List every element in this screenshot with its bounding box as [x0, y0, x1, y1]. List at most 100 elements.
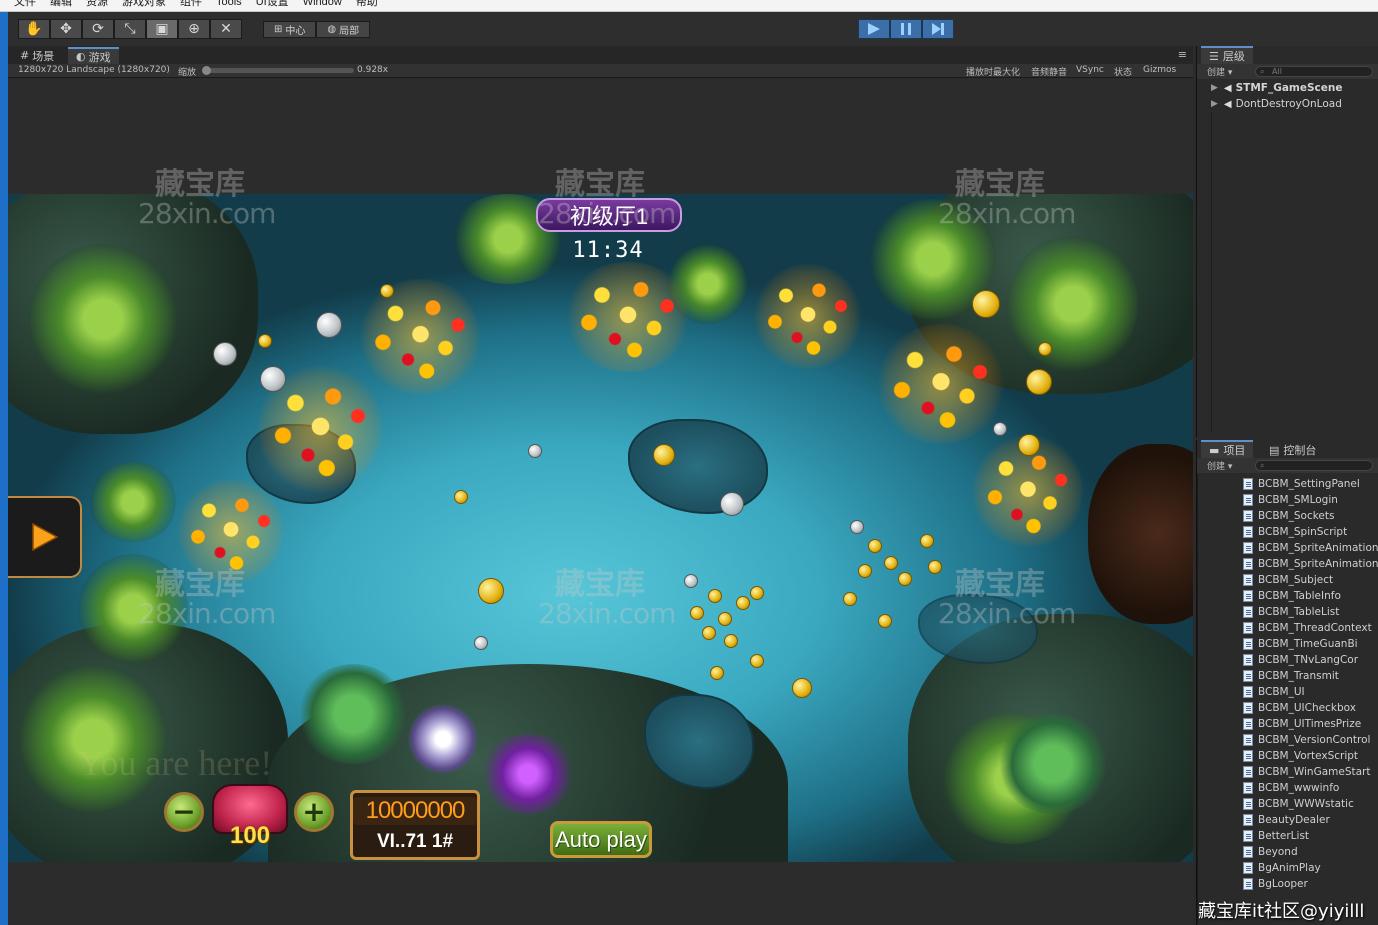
hierarchy-item-scene[interactable]: ▶ ◀ STMF_GameScene: [1211, 80, 1343, 96]
fish-school[interactable]: [753, 264, 863, 369]
hierarchy-search-input[interactable]: ⌕ All: [1255, 66, 1373, 77]
fish-school[interactable]: [176, 479, 286, 584]
project-file-item[interactable]: BCBM_UITimesPrize: [1243, 716, 1361, 732]
autoplay-button[interactable]: Auto play: [550, 821, 652, 858]
pause-button[interactable]: [890, 19, 922, 39]
create-label: 创建: [1207, 68, 1226, 78]
tab-game[interactable]: ◐ 游戏: [68, 47, 119, 64]
project-file-item[interactable]: BCBM_ThreadContext: [1243, 620, 1372, 636]
project-file-item[interactable]: BCBM_Transmit: [1243, 668, 1339, 684]
project-file-item[interactable]: BgAnimPlay: [1243, 860, 1321, 876]
tab-console-label: 控制台: [1283, 444, 1317, 457]
play-button[interactable]: [858, 19, 890, 39]
decrease-bet-button[interactable]: −: [164, 792, 204, 832]
script-file-icon: [1243, 590, 1253, 602]
menu-help[interactable]: 帮助: [356, 0, 378, 8]
project-file-item[interactable]: BCBM_WWWstatic: [1243, 796, 1354, 812]
scale-tool-button[interactable]: ⤡: [114, 19, 146, 39]
project-file-item[interactable]: BCBM_Subject: [1243, 572, 1333, 588]
tools-icon: ✕: [220, 21, 232, 37]
project-file-item[interactable]: Beyond: [1243, 844, 1298, 860]
project-panel: ▬ 项目 ▤ 控制台 创建 ▾ ⌕ BCBM_SettingPanel BCBM_…: [1196, 440, 1378, 925]
project-file-item[interactable]: BCBM_TNvLangCor: [1243, 652, 1358, 668]
scale-icon: ⤡: [124, 21, 136, 37]
custom-tool-button[interactable]: ✕: [210, 19, 242, 39]
expand-arrow-icon[interactable]: ▶: [1211, 83, 1218, 93]
expand-arrow-icon[interactable]: ▶: [1211, 99, 1218, 109]
side-menu-toggle[interactable]: [8, 496, 82, 578]
project-create-dropdown[interactable]: 创建 ▾: [1207, 459, 1232, 472]
project-file-item[interactable]: BCBM_SpriteAnimation: [1243, 556, 1378, 572]
stats-toggle[interactable]: 状态: [1114, 65, 1132, 78]
tab-scene[interactable]: # 场景: [12, 47, 62, 64]
sea-plant: [18, 664, 168, 814]
vsync-toggle[interactable]: VSync: [1076, 65, 1104, 75]
project-file-item[interactable]: BCBM_TableInfo: [1243, 588, 1341, 604]
pivot-local-button[interactable]: ◍ 局部: [316, 21, 371, 38]
gizmos-dropdown[interactable]: Gizmos: [1143, 65, 1176, 75]
step-button[interactable]: [922, 19, 954, 39]
menu-gameobject[interactable]: 游戏对象: [122, 0, 166, 8]
game-viewport[interactable]: 初级厅1 11:34 You are here! − 100 + 1000000…: [8, 194, 1193, 862]
resolution-dropdown[interactable]: 1280x720 Landscape (1280x720): [18, 65, 170, 75]
hierarchy-create-dropdown[interactable]: 创建 ▾: [1207, 65, 1232, 78]
menu-edit[interactable]: 编辑: [50, 0, 72, 8]
rect-tool-button[interactable]: ▣: [146, 19, 178, 39]
sea-urchin: [408, 704, 478, 774]
fish-school[interactable]: [876, 324, 1006, 444]
hierarchy-item-dontdestroy[interactable]: ▶ ◀ DontDestroyOnLoad: [1211, 96, 1342, 112]
project-file-item[interactable]: BgLooper: [1243, 876, 1308, 892]
sea-plant: [88, 462, 178, 542]
scale-slider-thumb[interactable]: [202, 66, 211, 75]
menu-component[interactable]: 组件: [180, 0, 202, 8]
menu-assets[interactable]: 资源: [86, 0, 108, 8]
project-file-item[interactable]: BCBM_WinGameStart: [1243, 764, 1371, 780]
project-file-item[interactable]: BCBM_Sockets: [1243, 508, 1334, 524]
project-file-label: BCBM_wwwinfo: [1258, 782, 1340, 794]
project-file-item[interactable]: BCBM_SpriteAnimation: [1243, 540, 1378, 556]
corner-watermark: 藏宝库it社区@yiyilll: [1198, 901, 1365, 922]
project-file-item[interactable]: BCBM_UI: [1243, 684, 1305, 700]
scale-slider-track[interactable]: [204, 68, 354, 73]
tab-hierarchy[interactable]: ☰ 层级: [1201, 46, 1253, 64]
fish-school[interactable]: [563, 262, 693, 372]
project-search-input[interactable]: ⌕: [1255, 460, 1373, 471]
project-file-item[interactable]: BCBM_TimeGuanBi: [1243, 636, 1358, 652]
project-file-item[interactable]: BCBM_SettingPanel: [1243, 476, 1360, 492]
project-tree-divider: [1197, 474, 1198, 924]
project-file-item[interactable]: BCBM_VersionControl: [1243, 732, 1370, 748]
transform-tool-button[interactable]: ⊕: [178, 19, 210, 39]
mute-audio-toggle[interactable]: 音频静音: [1031, 65, 1067, 78]
folder-icon: ▬: [1209, 443, 1220, 457]
gold-coin: [1026, 369, 1052, 395]
panel-menu-icon[interactable]: ≡: [1178, 48, 1187, 61]
menu-ui-settings[interactable]: UI设置: [256, 0, 289, 8]
pivot-center-button[interactable]: ⊞ 中心: [263, 21, 317, 38]
fish-school[interactable]: [358, 279, 483, 394]
chest-right: [1088, 444, 1193, 624]
tab-project[interactable]: ▬ 项目: [1201, 440, 1254, 458]
project-file-item[interactable]: BCBM_SMLogin: [1243, 492, 1338, 508]
gold-coin: [792, 678, 812, 698]
project-file-item[interactable]: BCBM_SpinScript: [1243, 524, 1347, 540]
move-tool-button[interactable]: ✥: [50, 19, 82, 39]
increase-bet-button[interactable]: +: [294, 792, 334, 832]
pivot-center-label: 中心: [285, 26, 306, 37]
project-file-item[interactable]: BetterList: [1243, 828, 1309, 844]
menu-window[interactable]: Window: [303, 0, 342, 8]
tab-console[interactable]: ▤ 控制台: [1261, 440, 1324, 458]
project-file-item[interactable]: BeautyDealer: [1243, 812, 1330, 828]
project-file-item[interactable]: BCBM_VortexScript: [1243, 748, 1358, 764]
project-file-item[interactable]: BCBM_UICheckbox: [1243, 700, 1356, 716]
project-file-item[interactable]: BCBM_TableList: [1243, 604, 1339, 620]
hand-tool-button[interactable]: ✋: [18, 19, 50, 39]
script-file-icon: [1243, 654, 1253, 666]
maximize-on-play-toggle[interactable]: 播放时最大化: [966, 65, 1020, 78]
room-title-banner: 初级厅1: [536, 198, 682, 232]
silver-coin: [993, 422, 1007, 436]
script-file-icon: [1243, 830, 1253, 842]
rotate-tool-button[interactable]: ⟳: [82, 19, 114, 39]
project-file-item[interactable]: BCBM_wwwinfo: [1243, 780, 1339, 796]
menu-file[interactable]: 文件: [14, 0, 36, 8]
menu-tools[interactable]: Tools: [216, 0, 242, 8]
